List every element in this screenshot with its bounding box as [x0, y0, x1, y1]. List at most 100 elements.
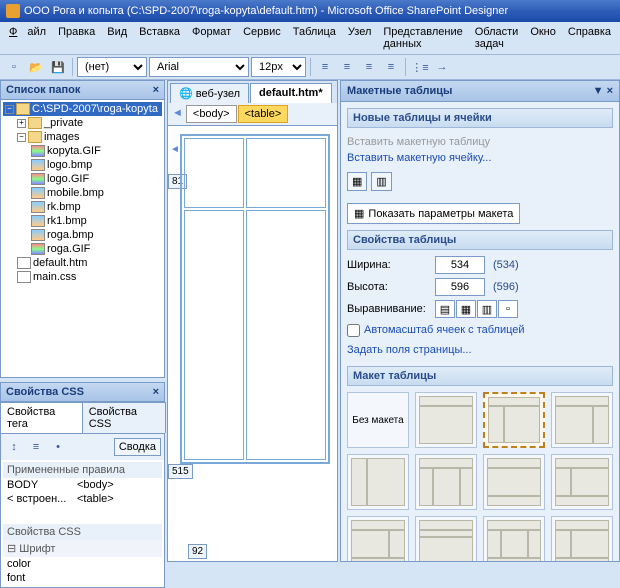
layout-tables-panel: Макетные таблицы ▼ × Новые таблицы и яче…: [340, 80, 620, 562]
tree-item[interactable]: kopyta.GIF: [3, 144, 162, 158]
folder-icon: [16, 103, 30, 115]
layout-option[interactable]: [347, 516, 409, 561]
menu-insert[interactable]: Вставка: [134, 24, 185, 52]
tree-item[interactable]: −images: [3, 130, 162, 144]
close-icon[interactable]: ×: [153, 386, 159, 398]
align-label: Выравнивание:: [347, 303, 427, 315]
menu-tools[interactable]: Сервис: [238, 24, 286, 52]
menu-node[interactable]: Узел: [343, 24, 376, 52]
tree-item[interactable]: logo.bmp: [3, 158, 162, 172]
layout-tool-button[interactable]: ▦: [347, 172, 367, 191]
layout-tool-button[interactable]: ▥: [371, 172, 391, 191]
layout-option[interactable]: [415, 454, 477, 510]
css-tool-button[interactable]: ↕: [4, 437, 24, 457]
layout-none[interactable]: Без макета: [347, 392, 409, 448]
layout-option[interactable]: [483, 454, 545, 510]
tree-item[interactable]: roga.bmp: [3, 228, 162, 242]
align-right-button[interactable]: ▥: [477, 300, 497, 318]
insert-cell-link[interactable]: Вставить макетную ячейку...: [347, 150, 613, 166]
open-button[interactable]: 📂: [26, 57, 46, 77]
page-margins-link[interactable]: Задать поля страницы...: [347, 342, 613, 358]
file-icon: [17, 271, 31, 283]
layout-option[interactable]: [415, 392, 477, 448]
css-title: Свойства CSS: [6, 386, 84, 398]
list-button[interactable]: ⋮≡: [410, 57, 430, 77]
menu-table[interactable]: Таблица: [288, 24, 341, 52]
new-button[interactable]: ▫: [4, 57, 24, 77]
align-left-button[interactable]: ▤: [435, 300, 455, 318]
tree-item[interactable]: roga.GIF: [3, 242, 162, 256]
autoscale-check[interactable]: [347, 324, 360, 337]
tab-default-htm[interactable]: default.htm*: [250, 83, 332, 103]
tree-item[interactable]: default.htm: [3, 256, 162, 270]
css-prop[interactable]: color: [3, 557, 162, 571]
design-canvas[interactable]: ◄ 81 515 92: [168, 126, 337, 561]
layout-option[interactable]: [415, 516, 477, 561]
layout-option[interactable]: [483, 392, 545, 448]
align-right-button[interactable]: ≡: [359, 57, 379, 77]
panel-header: Макетные таблицы ▼ ×: [341, 81, 619, 102]
font-group[interactable]: ⊟ Шрифт: [3, 540, 162, 557]
collapse-icon[interactable]: −: [17, 133, 26, 142]
tree-item[interactable]: +_private: [3, 116, 162, 130]
layout-table[interactable]: [180, 134, 330, 464]
css-tool-button[interactable]: ≡: [26, 437, 46, 457]
width-input[interactable]: [435, 256, 485, 274]
indent-button[interactable]: →: [432, 57, 452, 77]
align-left-button[interactable]: ≡: [315, 57, 335, 77]
close-icon[interactable]: ×: [153, 84, 159, 96]
font-select[interactable]: Arial: [149, 57, 249, 77]
layout-option[interactable]: [551, 392, 613, 448]
tree-item[interactable]: mobile.bmp: [3, 186, 162, 200]
menu-edit[interactable]: Правка: [53, 24, 100, 52]
css-rule[interactable]: < встроен...<table>: [3, 492, 162, 506]
collapse-icon[interactable]: −: [5, 105, 14, 114]
tree-item[interactable]: logo.GIF: [3, 172, 162, 186]
image-icon: [31, 159, 45, 171]
align-center-button[interactable]: ≡: [337, 57, 357, 77]
align-none-button[interactable]: ▫: [498, 300, 518, 318]
style-select[interactable]: (нет): [77, 57, 147, 77]
folders-title: Список папок: [6, 84, 80, 96]
height-input[interactable]: [435, 278, 485, 296]
align-justify-button[interactable]: ≡: [381, 57, 401, 77]
css-toolbar: ↕ ≡ • Сводка: [0, 434, 165, 460]
window-title: ООО Рога и копыта (C:\SPD-2007\roga-kopy…: [24, 5, 508, 17]
save-button[interactable]: 💾: [48, 57, 68, 77]
tree-item[interactable]: main.css: [3, 270, 162, 284]
menu-file[interactable]: Файл: [4, 24, 51, 52]
file-icon: [17, 257, 31, 269]
menu-format[interactable]: Формат: [187, 24, 236, 52]
align-center-button[interactable]: ▦: [456, 300, 476, 318]
layout-option[interactable]: [483, 516, 545, 561]
summary-button[interactable]: Сводка: [114, 438, 161, 456]
show-params-button[interactable]: ▦ Показать параметры макета: [347, 203, 520, 224]
menu-window[interactable]: Окно: [525, 24, 561, 52]
menu-view[interactable]: Вид: [102, 24, 132, 52]
css-tool-button[interactable]: •: [48, 437, 68, 457]
css-rule[interactable]: BODY<body>: [3, 478, 162, 492]
menu-data[interactable]: Представление данных: [378, 24, 467, 52]
autoscale-checkbox[interactable]: Автомасштаб ячеек с таблицей: [347, 322, 613, 338]
css-panel-header: Свойства CSS ×: [0, 382, 165, 402]
tab-website[interactable]: 🌐 веб-узел: [170, 83, 249, 103]
folder-icon: [28, 117, 42, 129]
bc-table[interactable]: <table>: [238, 105, 289, 123]
tree-item[interactable]: rk.bmp: [3, 200, 162, 214]
tab-css-props[interactable]: Свойства CSS: [82, 402, 166, 433]
expand-icon[interactable]: +: [17, 119, 26, 128]
layout-option[interactable]: [551, 454, 613, 510]
document-tabs: 🌐 веб-узел default.htm*: [168, 81, 337, 103]
layout-option[interactable]: [347, 454, 409, 510]
menu-task[interactable]: Области задач: [470, 24, 524, 52]
layout-option[interactable]: [551, 516, 613, 561]
bc-body[interactable]: <body>: [186, 105, 237, 123]
close-icon[interactable]: ▼ ×: [593, 85, 613, 97]
tree-root[interactable]: −C:\SPD-2007\roga-kopyta: [3, 102, 162, 116]
menu-help[interactable]: Справка: [563, 24, 616, 52]
size-select[interactable]: 12px: [251, 57, 306, 77]
css-prop[interactable]: font: [3, 571, 162, 585]
image-icon: [31, 145, 45, 157]
tab-tag-props[interactable]: Свойства тега: [0, 402, 83, 433]
tree-item[interactable]: rk1.bmp: [3, 214, 162, 228]
